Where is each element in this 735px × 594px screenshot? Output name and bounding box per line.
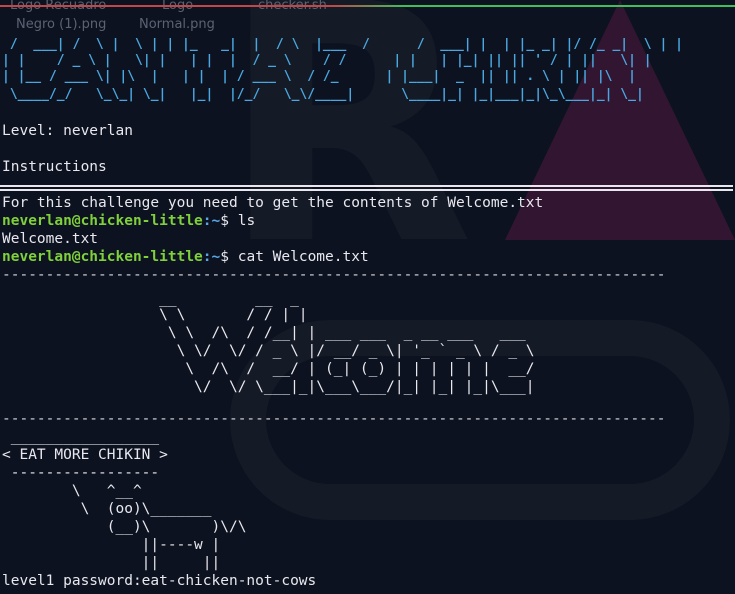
prompt-line-cat: neverlan@chicken-little:~$ cat Welcome.t… xyxy=(2,248,369,266)
cow-art-line: (__)\ )\/\ xyxy=(2,519,247,535)
welcome-art-line: \ \ /\ / /__| | ___ ___ _ __ ___ ___ xyxy=(2,325,526,341)
dash-divider: ----------------------------------------… xyxy=(2,267,666,283)
prompt-line-ls: neverlan@chicken-little:~$ ls xyxy=(2,212,255,230)
prompt-symbol: $ xyxy=(220,249,229,265)
banner-line: \____/_/ \_\_| \_| |_| |/_/ \_\/____| \_… xyxy=(2,87,644,102)
dash-divider: ----------------------------------------… xyxy=(2,411,666,427)
level-line: Level: neverlan xyxy=(2,123,133,139)
instructions-rule xyxy=(0,185,733,191)
window-top-border xyxy=(0,5,735,7)
cow-art-line: \ ^__^ xyxy=(2,483,142,499)
command-cat: cat Welcome.txt xyxy=(229,249,369,265)
cow-art-line: \ (oo)\_______ xyxy=(2,501,212,517)
challenge-text: For this challenge you need to get the c… xyxy=(2,195,544,211)
welcome-art-line: \ \/ \/ / _ \ |/ __/ _ \| '_ ` _ \ / _ \ xyxy=(2,343,535,359)
cow-art-line: || || xyxy=(2,555,221,571)
desktop-icon-negro-png[interactable]: Negro (1).png xyxy=(16,17,106,32)
password-line: level1 password:eat-chicken-not-cows xyxy=(2,573,317,589)
cow-art-line: ----------------- xyxy=(2,465,160,481)
welcome-art-line: \/ \/ \___|_|\___\___/|_| |_| |_|\___| xyxy=(2,379,535,395)
command-ls: ls xyxy=(229,213,256,229)
prompt-path: :~ xyxy=(202,249,221,265)
cow-art-line: _________________ xyxy=(2,429,160,445)
instructions-heading: Instructions xyxy=(2,159,107,175)
welcome-art-line: \ \ / / | | xyxy=(2,307,308,323)
ls-output: Welcome.txt xyxy=(2,231,99,247)
prompt-path: :~ xyxy=(202,213,221,229)
welcome-art-line: \ /\ / __/ | (_| (_) | | | | | | __/ xyxy=(2,361,535,377)
prompt-user: neverlan@chicken-little xyxy=(2,249,203,265)
cow-art-line: ||----w | xyxy=(2,537,221,553)
prompt-user: neverlan@chicken-little xyxy=(2,213,203,229)
banner-line: | |__ / ___ \| |\ | | | | / ___ \ / /_ |… xyxy=(2,69,636,84)
desktop-icon-normal-png[interactable]: Normal.png xyxy=(139,17,215,32)
cow-art-line: < EAT MORE CHIKIN > xyxy=(2,447,168,463)
prompt-symbol: $ xyxy=(220,213,229,229)
